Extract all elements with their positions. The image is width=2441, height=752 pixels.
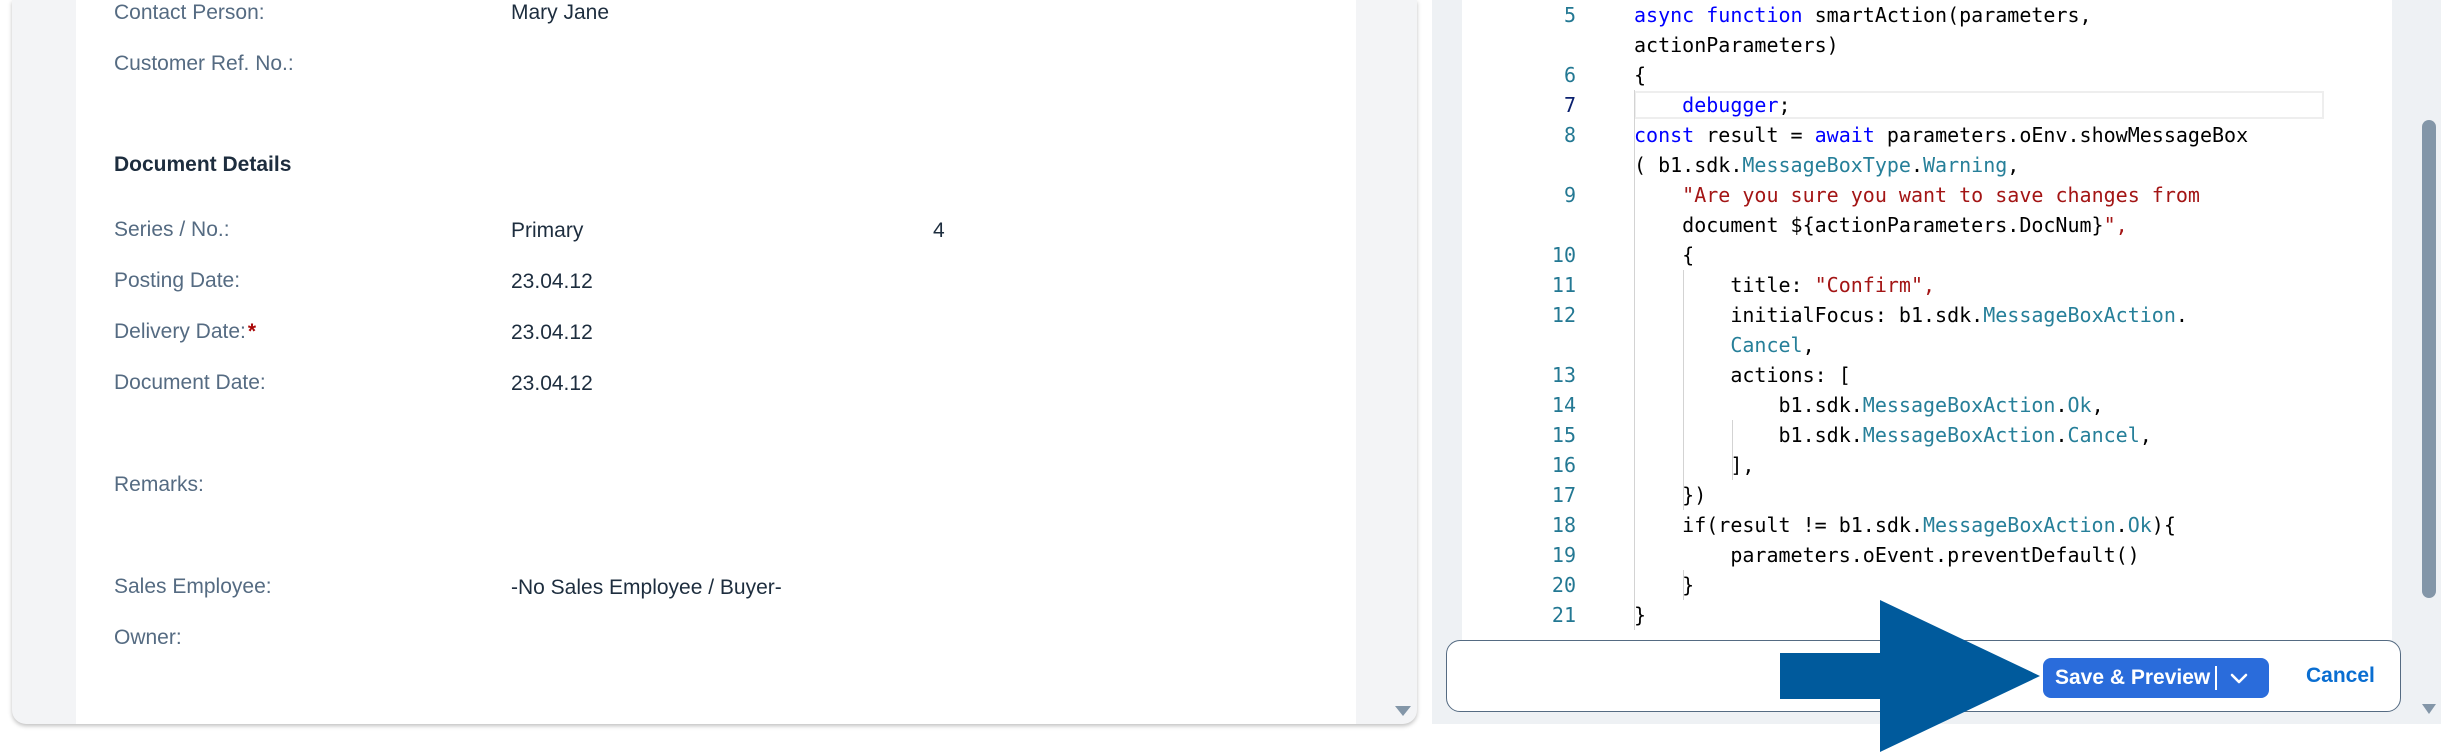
- line-number: 9: [1563, 183, 1576, 207]
- form-sheet: [76, 0, 1356, 724]
- required-marker: *: [247, 320, 257, 343]
- line-number: 21: [1551, 603, 1576, 627]
- contact-person-label: Contact Person:: [114, 1, 265, 24]
- code-text: async function smartAction(parameters,: [1634, 3, 2092, 27]
- delivery-date-label-text: Delivery Date:: [114, 320, 246, 343]
- line-number: 17: [1551, 483, 1576, 507]
- code-text: title: "Confirm",: [1634, 273, 1936, 297]
- code-text: {: [1634, 243, 1695, 267]
- sales-employee-value[interactable]: -No Sales Employee / Buyer-: [511, 576, 782, 600]
- code-line[interactable]: 6{: [1462, 60, 2362, 90]
- line-number: 19: [1551, 543, 1576, 567]
- customer-ref-label: Customer Ref. No.:: [114, 52, 294, 75]
- code-line[interactable]: 8 const result = await parameters.oEnv.sh…: [1462, 120, 2362, 150]
- code-text: parameters.oEvent.preventDefault(): [1634, 543, 2140, 567]
- code-text: if(result != b1.sdk.MessageBoxAction.Ok)…: [1634, 513, 2176, 537]
- document-number-value[interactable]: 4: [933, 219, 945, 243]
- cancel-button[interactable]: Cancel: [2306, 664, 2375, 688]
- document-date-value[interactable]: 23.04.12: [511, 372, 593, 396]
- series-value[interactable]: Primary: [511, 219, 583, 243]
- code-line[interactable]: 13 actions: [: [1462, 360, 2362, 390]
- line-number: 11: [1551, 273, 1576, 297]
- scroll-down-icon[interactable]: [2422, 704, 2436, 714]
- code-text: }: [1634, 573, 1695, 597]
- document-date-label: Document Date:: [114, 371, 266, 394]
- code-line[interactable]: 7 debugger;: [1462, 90, 2362, 120]
- code-editor[interactable]: 5 async function smartAction(parameters, a…: [1462, 0, 2392, 640]
- contact-person-value[interactable]: Mary Jane: [511, 1, 609, 25]
- line-number: 5: [1563, 3, 1576, 27]
- chevron-down-icon[interactable]: [2227, 666, 2251, 690]
- owner-label: Owner:: [114, 626, 182, 649]
- code-text: document ${actionParameters.DocNum}",: [1634, 213, 2128, 237]
- code-text: "Are you sure you want to save changes f…: [1682, 183, 2200, 207]
- code-line[interactable]: 18 if(result != b1.sdk.MessageBoxAction.…: [1462, 510, 2362, 540]
- code-line[interactable]: 19 parameters.oEvent.preventDefault(): [1462, 540, 2362, 570]
- code-line[interactable]: 5 async function smartAction(parameters,: [1462, 0, 2362, 30]
- editor-scrollbar[interactable]: [2422, 120, 2436, 598]
- code-line[interactable]: 9 "Are you sure you want to save changes…: [1462, 180, 2362, 210]
- code-line[interactable]: 12 initialFocus: b1.sdk.MessageBoxAction…: [1462, 300, 2362, 330]
- code-text: b1.sdk.MessageBoxAction.Cancel,: [1634, 423, 2152, 447]
- posting-date-value[interactable]: 23.04.12: [511, 270, 593, 294]
- code-line[interactable]: actionParameters): [1462, 30, 2362, 60]
- line-number: 13: [1551, 363, 1576, 387]
- line-number: 14: [1551, 393, 1576, 417]
- line-number: 7: [1563, 93, 1576, 117]
- delivery-date-value[interactable]: 23.04.12: [511, 321, 593, 345]
- save-preview-button[interactable]: Save & Preview: [2043, 658, 2269, 698]
- code-text: debugger;: [1682, 93, 1791, 117]
- arrow-right-icon: [1780, 600, 2040, 752]
- code-line[interactable]: 16 ],: [1462, 450, 2362, 480]
- series-label: Series / No.:: [114, 218, 230, 241]
- scroll-down-icon[interactable]: [1395, 706, 1411, 716]
- code-line[interactable]: 10 {: [1462, 240, 2362, 270]
- code-line[interactable]: document ${actionParameters.DocNum}",: [1462, 210, 2362, 240]
- code-line[interactable]: 14 b1.sdk.MessageBoxAction.Ok,: [1462, 390, 2362, 420]
- line-number: 10: [1551, 243, 1576, 267]
- code-text: actionParameters): [1634, 33, 1839, 57]
- posting-date-label: Posting Date:: [114, 269, 241, 292]
- code-text: ( b1.sdk.MessageBoxType.Warning,: [1634, 153, 2020, 177]
- line-number: 12: [1551, 303, 1576, 327]
- sales-employee-label: Sales Employee:: [114, 575, 272, 598]
- code-text: Cancel,: [1730, 333, 1815, 357]
- code-text: }: [1634, 603, 1647, 627]
- code-text: {: [1634, 63, 1647, 87]
- code-line[interactable]: 20 }: [1462, 570, 2362, 600]
- code-text: const result = await parameters.oEnv.sho…: [1634, 123, 2249, 147]
- code-text: b1.sdk.MessageBoxAction.Ok,: [1634, 393, 2104, 417]
- code-line[interactable]: 11 title: "Confirm",: [1462, 270, 2362, 300]
- code-line[interactable]: 17 }): [1462, 480, 2362, 510]
- remarks-label: Remarks:: [114, 473, 204, 496]
- document-details-title: Document Details: [114, 153, 292, 176]
- code-text: actions: [: [1634, 363, 1851, 387]
- line-number: 6: [1563, 63, 1576, 87]
- code-line[interactable]: 15 b1.sdk.MessageBoxAction.Cancel,: [1462, 420, 2362, 450]
- line-number: 16: [1551, 453, 1576, 477]
- save-preview-label: Save & Preview: [2055, 666, 2211, 689]
- line-number: 8: [1563, 123, 1576, 147]
- button-separator: [2215, 666, 2217, 690]
- code-text: initialFocus: b1.sdk.MessageBoxAction.: [1634, 303, 2188, 327]
- line-number: 18: [1551, 513, 1576, 537]
- line-number: 20: [1551, 573, 1576, 597]
- document-form-panel: [12, 0, 1417, 724]
- code-text: ],: [1634, 453, 1755, 477]
- code-text: }): [1634, 483, 1707, 507]
- delivery-date-label: Delivery Date:*: [114, 320, 256, 344]
- line-number: 15: [1551, 423, 1576, 447]
- code-line[interactable]: ( b1.sdk.MessageBoxType.Warning,: [1462, 150, 2362, 180]
- code-line[interactable]: Cancel,: [1462, 330, 2362, 360]
